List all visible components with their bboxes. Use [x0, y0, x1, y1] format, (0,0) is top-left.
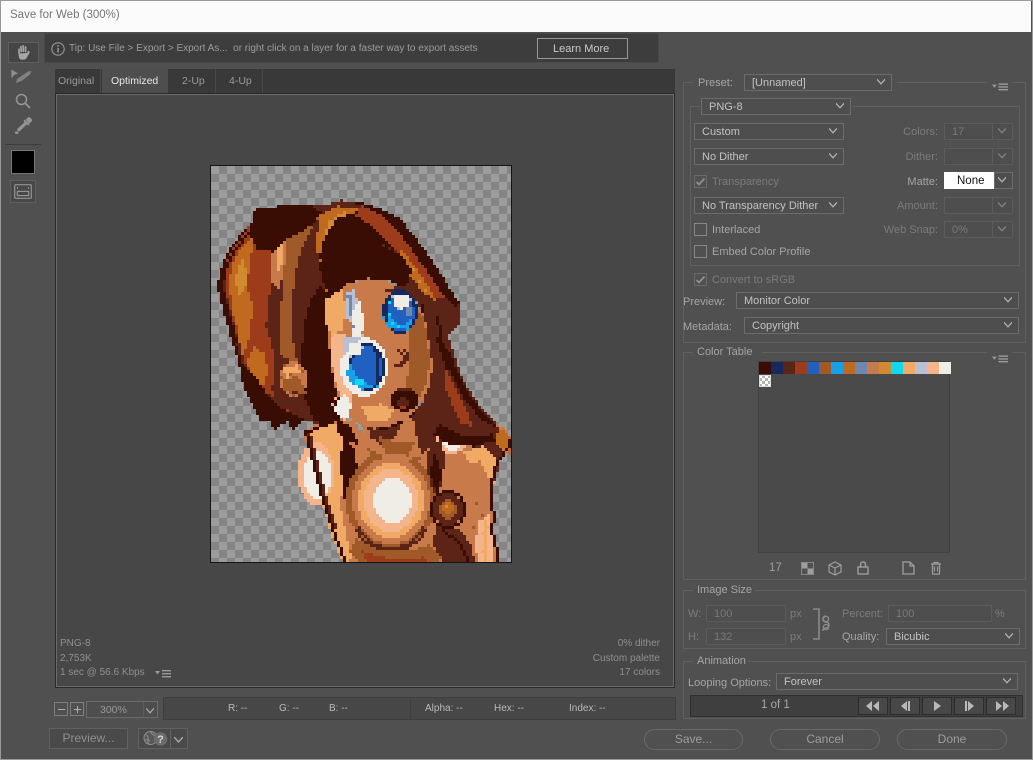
svg-text:?: ?	[157, 734, 164, 746]
